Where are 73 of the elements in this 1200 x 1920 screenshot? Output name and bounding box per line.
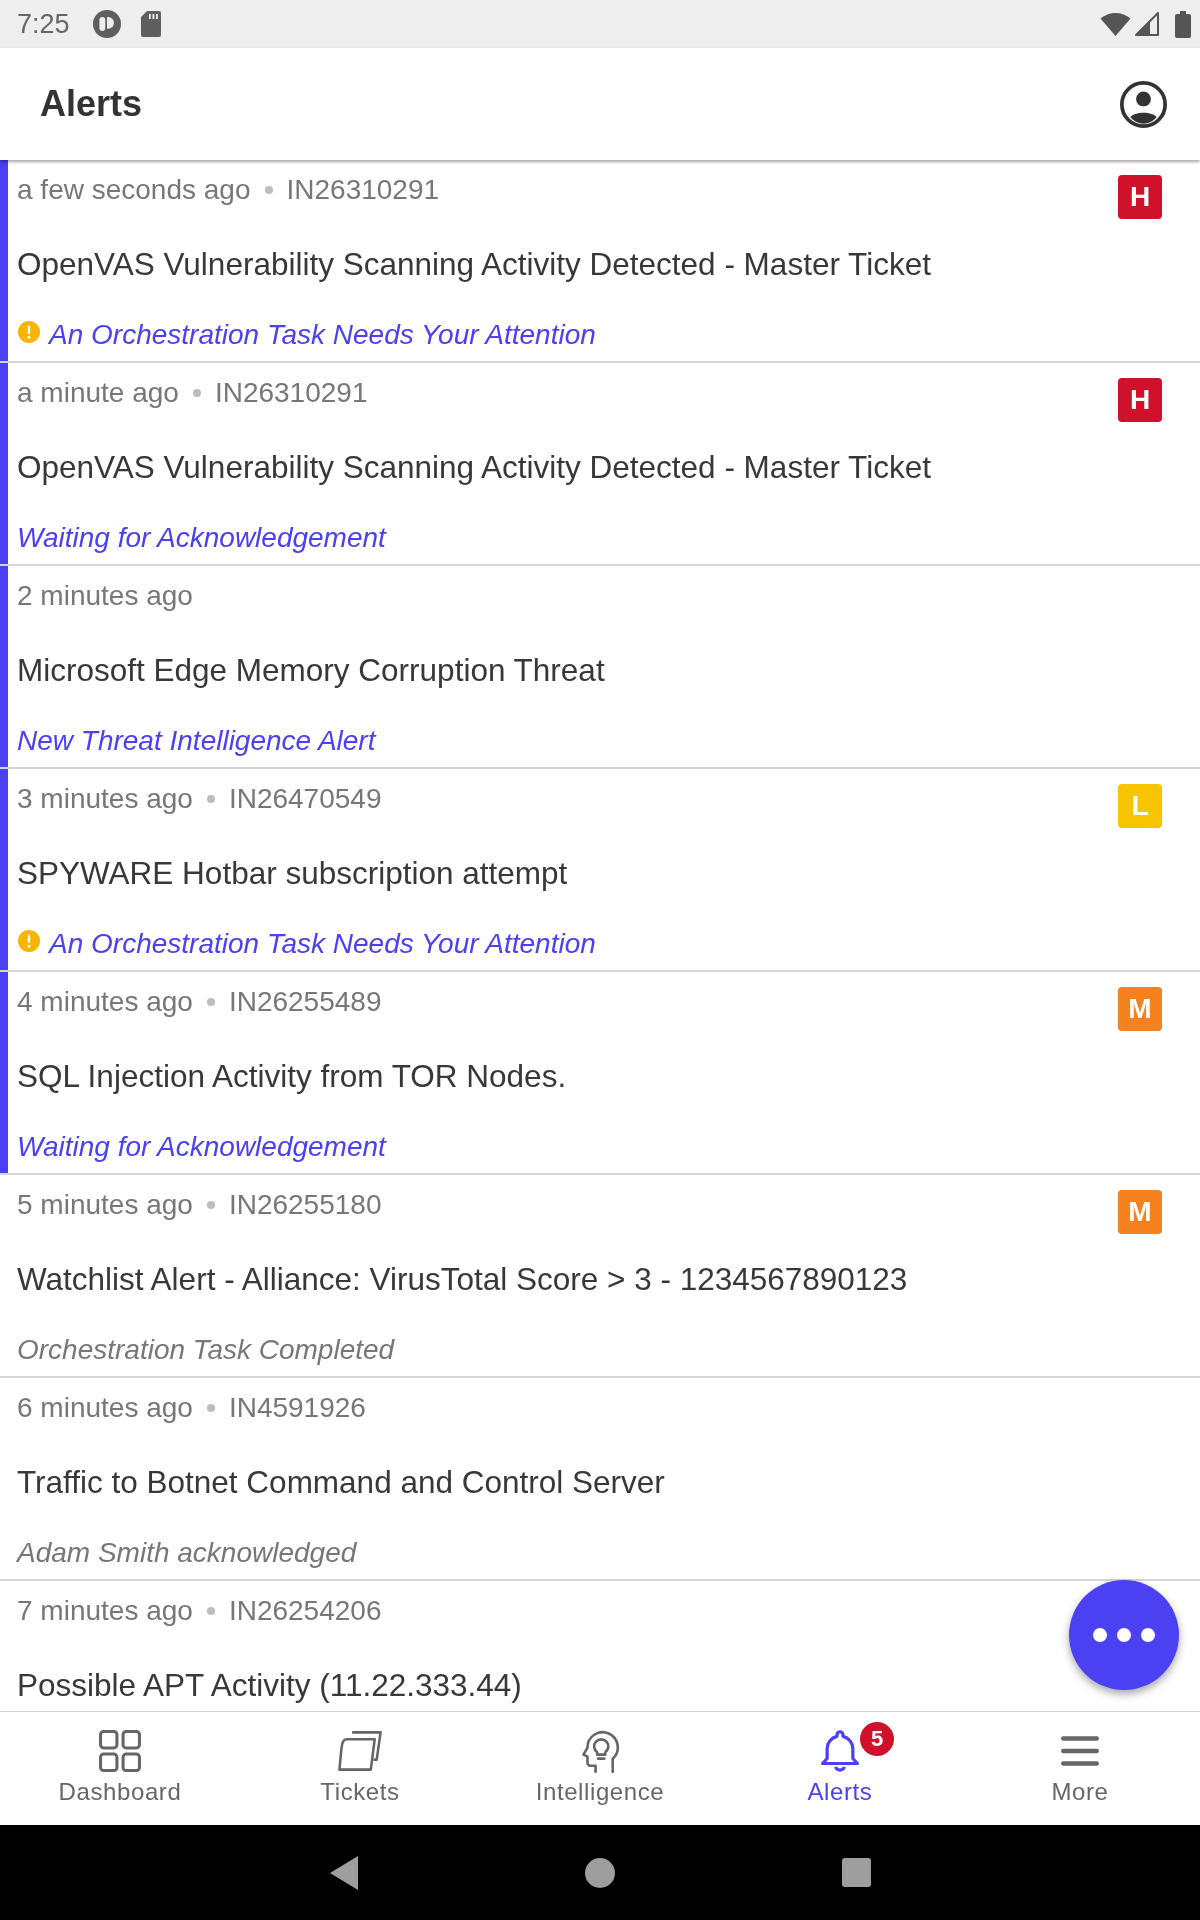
- dot-icon: [206, 998, 215, 1006]
- alert-status: Orchestration Task Completed: [17, 1333, 395, 1367]
- severity-badge: L: [1118, 784, 1162, 828]
- nav-tab[interactable]: Tickets: [240, 1712, 480, 1825]
- alert-title: OpenVAS Vulnerability Scanning Activity Detected - Master Ticket: [17, 245, 932, 284]
- dot-icon: [206, 1201, 215, 1209]
- dot-icon: [206, 1404, 215, 1412]
- ellipsis-icon: [1093, 1628, 1155, 1642]
- alert-time: a minute ago: [17, 376, 179, 410]
- more-actions-button[interactable]: [1069, 1580, 1179, 1690]
- stacked-pages-icon: [338, 1731, 382, 1771]
- alert-time: 6 minutes ago: [17, 1391, 193, 1425]
- alert-row[interactable]: 2 minutes ago Microsoft Edge Memory Corruption Threat New Threat Intelligence Alert: [0, 566, 1200, 769]
- menu-icon: [1061, 1736, 1099, 1766]
- alert-status: Waiting for Acknowledgement: [17, 521, 386, 555]
- severity-badge: H: [1118, 378, 1162, 422]
- alert-status: An Orchestration Task Needs Your Attention: [49, 318, 596, 352]
- nav-tab[interactable]: 5 Alerts: [720, 1712, 960, 1825]
- alert-row[interactable]: 6 minutes ago IN4591926 Traffic to Botnet Command and Control Server Adam Smith acknowledged: [0, 1378, 1200, 1581]
- alert-time: 7 minutes ago: [17, 1594, 193, 1628]
- page-title: Alerts: [40, 83, 143, 125]
- circle-logo-icon: [92, 10, 121, 38]
- alert-title: SPYWARE Hotbar subscription attempt: [17, 854, 569, 893]
- alert-row[interactable]: a few seconds ago IN26310291 H OpenVAS Vulnerability Scanning Activity Detected - Master Ticket An Orchestration Task Needs Your Attention: [0, 160, 1200, 363]
- clock-time: 7:25: [17, 8, 70, 40]
- recents-icon[interactable]: [841, 1858, 871, 1887]
- severity-badge: M: [1118, 1190, 1162, 1234]
- bell-icon: [821, 1729, 859, 1773]
- home-icon[interactable]: [584, 1857, 615, 1888]
- alert-title: Watchlist Alert - Alliance: VirusTotal Score > 3 - 1234567890123: [17, 1260, 909, 1299]
- ticket-id: IN26255180: [228, 1188, 382, 1222]
- dot-icon: [206, 795, 215, 803]
- ticket-id: IN26310291: [214, 376, 368, 410]
- alert-title: Traffic to Botnet Command and Control Server: [17, 1463, 666, 1502]
- alert-status: Waiting for Acknowledgement: [17, 1130, 386, 1164]
- grid-icon: [99, 1730, 141, 1772]
- severity-badge: M: [1118, 987, 1162, 1031]
- sd-card-icon: [140, 11, 161, 37]
- alert-status: New Threat Intelligence Alert: [17, 724, 376, 758]
- ticket-id: IN26255489: [228, 985, 382, 1019]
- ticket-id: IN26254206: [228, 1594, 382, 1628]
- battery-icon: [1175, 10, 1191, 38]
- alert-title: OpenVAS Vulnerability Scanning Activity Detected - Master Ticket: [17, 448, 932, 487]
- nav-tab[interactable]: Dashboard: [0, 1712, 240, 1825]
- ticket-id: IN26470549: [228, 782, 382, 816]
- ticket-id: IN4591926: [228, 1391, 366, 1425]
- head-lightbulb-icon: [581, 1729, 619, 1773]
- alert-time: 2 minutes ago: [17, 579, 193, 613]
- cellular-signal-icon: [1135, 12, 1159, 36]
- alert-time: 4 minutes ago: [17, 985, 193, 1019]
- nav-tab[interactable]: Intelligence: [480, 1712, 720, 1825]
- ticket-id: IN26310291: [286, 173, 440, 207]
- alert-time: 5 minutes ago: [17, 1188, 193, 1222]
- nav-tab[interactable]: More: [960, 1712, 1200, 1825]
- alert-title: Microsoft Edge Memory Corruption Threat: [17, 651, 606, 690]
- back-icon[interactable]: [329, 1855, 358, 1890]
- dot-icon: [192, 389, 201, 397]
- alert-time: a few seconds ago: [17, 173, 251, 207]
- account-icon[interactable]: [1120, 80, 1167, 128]
- alert-row[interactable]: 3 minutes ago IN26470549 L SPYWARE Hotbar subscription attempt An Orchestration Task Needs Your Attention: [0, 769, 1200, 972]
- alert-title: SQL Injection Activity from TOR Nodes.: [17, 1057, 568, 1096]
- alert-row[interactable]: 5 minutes ago IN26255180 M Watchlist Alert - Alliance: VirusTotal Score > 3 - 1234567890123 Orchestration Task Completed: [0, 1175, 1200, 1378]
- alert-status: An Orchestration Task Needs Your Attention: [49, 927, 596, 961]
- dot-icon: [264, 186, 273, 194]
- alert-row[interactable]: 4 minutes ago IN26255489 M SQL Injection Activity from TOR Nodes. Waiting for Acknowledgement: [0, 972, 1200, 1175]
- alert-row[interactable]: a minute ago IN26310291 H OpenVAS Vulnerability Scanning Activity Detected - Master Ticket Waiting for Acknowledgement: [0, 363, 1200, 566]
- alert-title: Possible APT Activity (11.22.333.44): [17, 1666, 523, 1705]
- wifi-icon: [1100, 12, 1131, 36]
- alert-time: 3 minutes ago: [17, 782, 193, 816]
- notification-count-badge: 5: [860, 1722, 894, 1756]
- alert-status: Adam Smith acknowledged: [17, 1536, 357, 1570]
- severity-badge: H: [1118, 175, 1162, 219]
- dot-icon: [206, 1607, 215, 1615]
